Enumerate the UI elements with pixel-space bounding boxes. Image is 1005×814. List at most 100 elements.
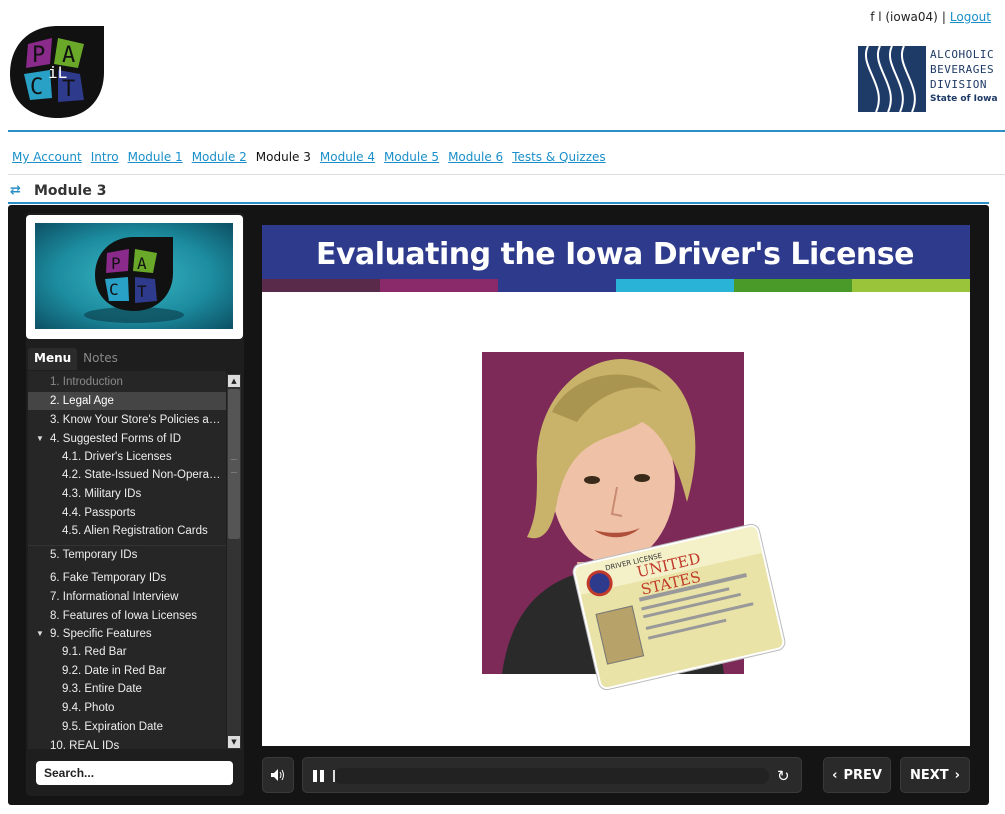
tab-menu[interactable]: Menu bbox=[28, 348, 78, 370]
slide-title: Evaluating the Iowa Driver's License bbox=[316, 237, 915, 272]
menu-item[interactable]: ▼ 9. Specific Features bbox=[28, 625, 226, 643]
abd-line1: ALCOHOLIC bbox=[930, 48, 995, 61]
seek-progress bbox=[333, 770, 335, 782]
menu-item-label: 9.5. Expiration Date bbox=[62, 721, 164, 733]
sidebar-tabs: Menu Notes bbox=[28, 348, 124, 370]
menu-item[interactable]: 3. Know Your Store's Policies and Proced… bbox=[28, 411, 226, 429]
menu-item-label: 10. REAL IDs bbox=[50, 740, 120, 749]
seek-bar[interactable] bbox=[333, 768, 769, 784]
replay-icon[interactable]: ↻ bbox=[777, 767, 790, 785]
menu-item[interactable]: 1. Introduction bbox=[28, 373, 226, 391]
menu-item[interactable]: 2. Legal Age bbox=[28, 392, 226, 410]
nav-item-module-5[interactable]: Module 5 bbox=[384, 150, 439, 164]
stripe-segment bbox=[734, 279, 852, 292]
outline-menu: 1. Introduction 2. Legal Age 3. Know Your … bbox=[28, 371, 226, 749]
abd-wave-icon bbox=[858, 46, 926, 112]
menu-item[interactable]: 9.1. Red Bar bbox=[28, 643, 226, 661]
nav-item-tests-quizzes[interactable]: Tests & Quizzes bbox=[512, 150, 606, 164]
menu-item-label: 4.5. Alien Registration Cards bbox=[62, 525, 208, 537]
menu-item[interactable]: 4.2. State-Issued Non-Operator IDs bbox=[28, 466, 226, 484]
nav-item-module-4[interactable]: Module 4 bbox=[320, 150, 375, 164]
svg-text:A: A bbox=[137, 254, 147, 273]
menu-item[interactable]: ▼ 4. Suggested Forms of ID bbox=[28, 430, 226, 448]
menu-item-label: 9.2. Date in Red Bar bbox=[62, 665, 167, 677]
next-label: NEXT bbox=[909, 767, 949, 783]
svg-text:C: C bbox=[109, 280, 119, 299]
next-button[interactable]: NEXT › bbox=[900, 757, 970, 793]
nav-item-intro[interactable]: Intro bbox=[91, 150, 119, 164]
menu-item[interactable]: 5. Temporary IDs bbox=[28, 545, 226, 563]
nav-item-module-2[interactable]: Module 2 bbox=[192, 150, 247, 164]
slide-banner: Evaluating the Iowa Driver's License bbox=[262, 225, 970, 279]
menu-item[interactable]: 9.2. Date in Red Bar bbox=[28, 662, 226, 680]
tab-notes[interactable]: Notes bbox=[77, 348, 124, 370]
menu-item[interactable]: 4.4. Passports bbox=[28, 504, 226, 522]
refresh-arrows-icon[interactable]: ⇄ bbox=[10, 184, 24, 198]
module-title: Module 3 bbox=[34, 183, 107, 199]
stripe-segment bbox=[852, 279, 970, 292]
course-thumbnail: P A C T bbox=[35, 223, 233, 329]
scroll-up-icon[interactable]: ▲ bbox=[228, 375, 240, 387]
abd-logo: ALCOHOLIC BEVERAGES DIVISION State of Io… bbox=[858, 46, 1000, 112]
menu-item[interactable]: 10. REAL IDs bbox=[28, 737, 226, 749]
menu-item[interactable]: 4.3. Military IDs bbox=[28, 485, 226, 503]
menu-item[interactable]: 9.4. Photo bbox=[28, 699, 226, 717]
module-divider bbox=[8, 202, 989, 204]
prev-label: PREV bbox=[843, 767, 882, 783]
menu-item-label: 9.3. Entire Date bbox=[62, 683, 142, 695]
menu-item-label: 4.3. Military IDs bbox=[62, 488, 142, 500]
abd-line3: DIVISION bbox=[930, 78, 987, 91]
menu-item-label: 9. Specific Features bbox=[50, 628, 152, 640]
abd-line2: BEVERAGES bbox=[930, 63, 995, 76]
menu-item[interactable]: 9.5. Expiration Date bbox=[28, 718, 226, 736]
menu-item-label: 4.4. Passports bbox=[62, 507, 136, 519]
menu-item[interactable]: 7. Informational Interview bbox=[28, 588, 226, 606]
expand-arrow-icon[interactable]: ▼ bbox=[36, 625, 44, 643]
header-divider bbox=[8, 130, 1005, 132]
menu-item-label: 5. Temporary IDs bbox=[50, 549, 138, 561]
scroll-down-icon[interactable]: ▼ bbox=[228, 736, 240, 748]
menu-item[interactable]: 6. Fake Temporary IDs bbox=[28, 569, 226, 587]
menu-item-label: 8. Features of Iowa Licenses bbox=[50, 610, 198, 622]
slide-stage: Evaluating the Iowa Driver's License DRI… bbox=[262, 225, 970, 746]
nav-item-module-1[interactable]: Module 1 bbox=[128, 150, 183, 164]
progress-bar-container: ↻ bbox=[302, 757, 802, 793]
stripe-segment bbox=[262, 279, 380, 292]
slide-color-stripe bbox=[262, 279, 970, 292]
user-bar: f l (iowa04) | Logout bbox=[870, 10, 991, 24]
svg-text:C: C bbox=[30, 75, 43, 100]
volume-icon[interactable] bbox=[262, 757, 294, 793]
pause-icon[interactable] bbox=[313, 768, 327, 784]
abd-state: State of Iowa bbox=[930, 94, 998, 104]
menu-scrollbar[interactable]: ▲ ▼ bbox=[227, 374, 241, 749]
module-nav: My Account Intro Module 1 Module 2 Module 3 M… bbox=[12, 150, 615, 164]
menu-item[interactable]: 9.3. Entire Date bbox=[28, 680, 226, 698]
logout-link[interactable]: Logout bbox=[950, 10, 991, 24]
nav-item-my-account[interactable]: My Account bbox=[12, 150, 82, 164]
search-input[interactable] bbox=[36, 761, 233, 785]
stripe-segment bbox=[498, 279, 616, 292]
chevron-left-icon: ‹ bbox=[832, 767, 838, 783]
stripe-segment bbox=[616, 279, 734, 292]
prev-button[interactable]: ‹ PREV bbox=[823, 757, 891, 793]
menu-item-label: 9.4. Photo bbox=[62, 702, 115, 714]
svg-text:P: P bbox=[111, 254, 121, 273]
menu-item-label: 1. Introduction bbox=[50, 376, 123, 388]
nav-item-module-6[interactable]: Module 6 bbox=[448, 150, 503, 164]
menu-item[interactable]: 4.5. Alien Registration Cards bbox=[28, 522, 226, 540]
expand-arrow-icon[interactable]: ▼ bbox=[36, 430, 44, 448]
module-heading: ⇄ Module 3 bbox=[10, 183, 106, 199]
player-controls: ↻ ‹ PREV NEXT › bbox=[262, 757, 970, 795]
user-name: f l (iowa04) bbox=[870, 10, 938, 24]
menu-item[interactable]: 4.1. Driver's Licenses bbox=[28, 448, 226, 466]
stripe-segment bbox=[380, 279, 498, 292]
menu-item-label: 6. Fake Temporary IDs bbox=[50, 572, 167, 584]
menu-item[interactable]: 8. Features of Iowa Licenses bbox=[28, 607, 226, 625]
svg-text:iL: iL bbox=[48, 63, 67, 82]
svg-text:P: P bbox=[32, 43, 45, 68]
pilact-logo: P A C T iL bbox=[8, 24, 108, 120]
menu-item-label: 2. Legal Age bbox=[50, 395, 114, 407]
menu-item-label: 4.2. State-Issued Non-Operator IDs bbox=[62, 469, 226, 481]
scroll-thumb[interactable] bbox=[228, 389, 240, 539]
nav-divider bbox=[8, 174, 1005, 175]
